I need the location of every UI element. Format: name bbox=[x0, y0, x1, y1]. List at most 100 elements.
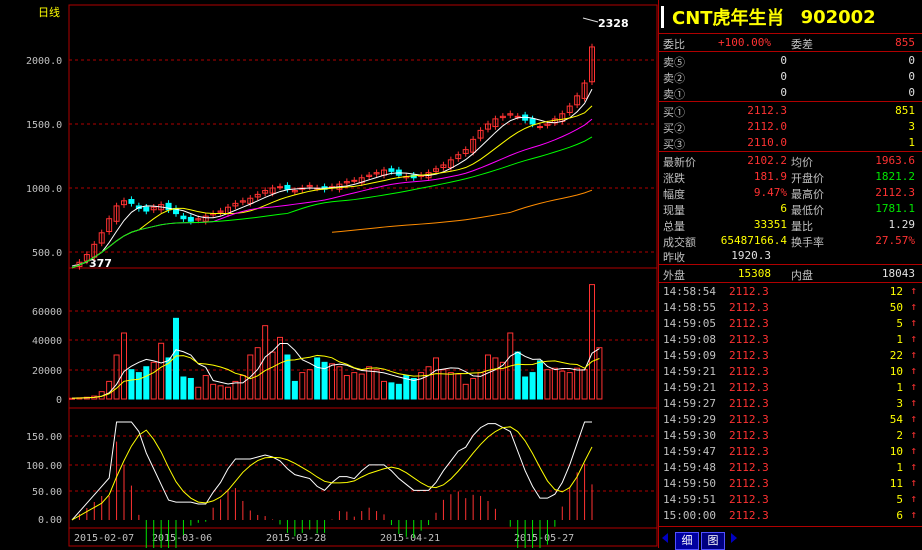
stat-label: 现量 bbox=[663, 204, 685, 217]
moving-average-lines bbox=[71, 88, 593, 269]
outer-volume-value: 15308 bbox=[737, 267, 771, 280]
kline-chart[interactable]: 日线 2000.0 1500.0 1000.0 500.0 60000 4000… bbox=[0, 0, 658, 548]
ask-row: 卖⑤ 0 0 bbox=[659, 53, 921, 69]
scroll-left-icon[interactable] bbox=[662, 533, 668, 543]
stat-value: 2102.2 bbox=[747, 154, 787, 167]
bid-price: 2112.3 bbox=[747, 104, 787, 117]
tick-volume: 1 bbox=[896, 333, 903, 346]
volume-bar bbox=[373, 369, 380, 400]
tick-volume: 10 bbox=[889, 365, 903, 378]
volume-bar bbox=[314, 357, 321, 400]
volume-bar bbox=[135, 372, 142, 400]
tick-row: 14:59:51 2112.3 5 ↑ bbox=[659, 492, 921, 508]
tick-time: 14:59:21 bbox=[663, 381, 716, 394]
inner-volume-label: 内盘 bbox=[791, 269, 813, 282]
candlesticks bbox=[76, 43, 595, 270]
order-diff-value: 855 bbox=[895, 36, 915, 49]
order-diff-label: 委差 bbox=[791, 38, 813, 51]
divider bbox=[659, 51, 922, 52]
volume-bar bbox=[381, 380, 387, 400]
volume-bar bbox=[239, 375, 246, 400]
tick-time: 14:59:47 bbox=[663, 445, 716, 458]
up-arrow-icon: ↑ bbox=[910, 460, 917, 473]
volume-bars bbox=[69, 284, 603, 400]
tick-volume: 1 bbox=[896, 461, 903, 474]
volume-bar bbox=[232, 380, 239, 400]
volume-bar bbox=[529, 372, 536, 400]
candle-body bbox=[180, 215, 187, 220]
volume-bar bbox=[433, 357, 439, 400]
volume-axis-tick: 0 bbox=[56, 395, 62, 406]
volume-bar bbox=[574, 367, 581, 400]
up-arrow-icon: ↑ bbox=[910, 492, 917, 505]
volume-bar bbox=[388, 382, 395, 400]
tick-row: 14:59:09 2112.3 22 ↑ bbox=[659, 348, 921, 364]
price-gridlines bbox=[69, 59, 657, 492]
stat-label: 最高价 bbox=[791, 188, 824, 201]
stat-label: 涨跌 bbox=[663, 172, 685, 185]
volume-bar bbox=[522, 376, 529, 400]
inner-volume-value: 18043 bbox=[881, 267, 915, 280]
tick-time: 14:59:29 bbox=[663, 413, 716, 426]
bid-volume: 851 bbox=[895, 104, 915, 117]
tick-row: 14:59:21 2112.3 1 ↑ bbox=[659, 380, 921, 396]
tick-row: 14:59:21 2112.3 10 ↑ bbox=[659, 364, 921, 380]
stat-value: 9.47% bbox=[753, 186, 787, 199]
bottom-tabs: 细 图 bbox=[675, 532, 727, 550]
tick-time: 14:59:05 bbox=[663, 317, 716, 330]
bid-label: 买③ bbox=[663, 138, 685, 151]
tick-volume: 12 bbox=[889, 285, 903, 298]
ask-label: 卖⑤ bbox=[663, 56, 685, 69]
candle-body bbox=[277, 186, 283, 189]
tick-price: 2112.3 bbox=[729, 509, 769, 522]
tick-time: 14:59:09 bbox=[663, 349, 716, 362]
volume-bar bbox=[566, 372, 573, 400]
stat-value: 1781.1 bbox=[875, 202, 915, 215]
tick-price: 2112.3 bbox=[729, 301, 769, 314]
up-arrow-icon: ↑ bbox=[910, 284, 917, 297]
ask-volume: 0 bbox=[908, 70, 915, 83]
prev-close-row: 昨收 1920.3 bbox=[659, 248, 921, 264]
volume-axis-tick: 60000 bbox=[32, 307, 62, 318]
stat-label: 开盘价 bbox=[791, 172, 824, 185]
tick-price: 2112.3 bbox=[729, 333, 769, 346]
stat-row: 幅度 9.47% 最高价 2112.3 bbox=[659, 185, 921, 201]
title-divider bbox=[661, 6, 664, 28]
candle-body bbox=[514, 115, 521, 118]
stat-value: 6 bbox=[780, 202, 787, 215]
date-tick: 2015-04-21 bbox=[380, 533, 440, 544]
candle-body bbox=[128, 199, 135, 204]
up-arrow-icon: ↑ bbox=[910, 332, 917, 345]
candle-body bbox=[284, 184, 291, 190]
bid-label: 买① bbox=[663, 106, 685, 119]
stat-value: 1963.6 bbox=[875, 154, 915, 167]
volume-bar bbox=[291, 380, 298, 400]
ask-row: 卖① 0 0 bbox=[659, 85, 921, 101]
indicator-axis-tick: 50.00 bbox=[32, 487, 62, 498]
volume-bar bbox=[462, 383, 469, 400]
ma-line bbox=[71, 118, 593, 269]
indicator-axis-tick: 100.00 bbox=[26, 461, 62, 472]
date-tick: 2015-05-27 bbox=[514, 533, 574, 544]
ask-label: 卖② bbox=[663, 72, 685, 85]
tick-volume: 2 bbox=[896, 429, 903, 442]
up-arrow-icon: ↑ bbox=[910, 412, 917, 425]
volume-bar bbox=[180, 376, 187, 400]
tick-volume: 10 bbox=[889, 445, 903, 458]
stat-label: 最新价 bbox=[663, 156, 696, 169]
tab-detail[interactable]: 细 bbox=[675, 532, 699, 550]
tick-price: 2112.3 bbox=[729, 397, 769, 410]
volume-bar bbox=[351, 372, 358, 400]
scroll-right-icon[interactable] bbox=[731, 533, 737, 543]
up-arrow-icon: ↑ bbox=[910, 476, 917, 489]
up-arrow-icon: ↑ bbox=[910, 396, 917, 409]
bid-volume: 1 bbox=[908, 136, 915, 149]
stat-value: 1.29 bbox=[888, 218, 916, 231]
volume-bar bbox=[425, 366, 432, 400]
outer-inner-row: 外盘 15308 内盘 18043 bbox=[659, 266, 921, 282]
ma-line bbox=[71, 88, 593, 269]
period-label: 日线 bbox=[38, 5, 60, 19]
tab-chart[interactable]: 图 bbox=[701, 532, 725, 550]
indicator-axis-tick: 150.00 bbox=[26, 432, 62, 443]
volume-bar bbox=[128, 369, 135, 400]
